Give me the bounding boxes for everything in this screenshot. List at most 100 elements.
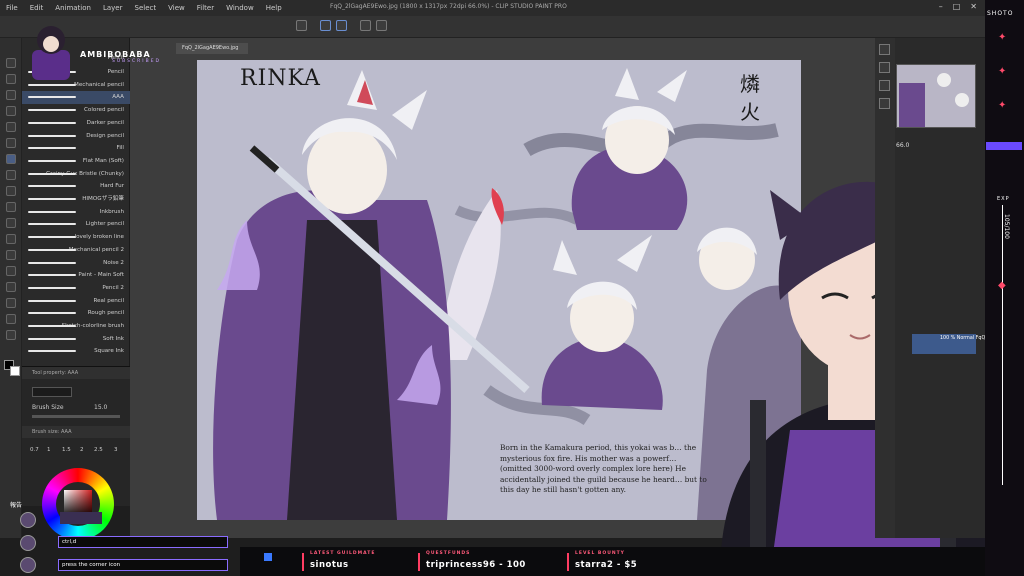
brush-item-label: Mechanical pencil bbox=[74, 81, 124, 88]
pen-tool-icon[interactable] bbox=[6, 154, 16, 164]
zoom-tool-icon[interactable] bbox=[6, 58, 16, 68]
gradient-tool-icon[interactable] bbox=[6, 266, 16, 276]
brush-item-label: Rough pencil bbox=[87, 310, 124, 317]
star-icon: ✦ bbox=[998, 32, 1007, 43]
menu-view[interactable]: View bbox=[162, 4, 191, 12]
chat-message: press the corner icon bbox=[58, 559, 228, 571]
brush-item[interactable]: Real pencil bbox=[22, 295, 130, 308]
frame-tool-icon[interactable] bbox=[6, 298, 16, 308]
brush-item[interactable]: Fill bbox=[22, 142, 130, 155]
brush-item[interactable]: Pencil 2 bbox=[22, 282, 130, 295]
navigator-thumbnail[interactable] bbox=[896, 64, 976, 128]
brush-item[interactable]: Noise 2 bbox=[22, 257, 130, 270]
size-option[interactable]: 2.5 bbox=[94, 447, 103, 453]
right-icon-strip bbox=[875, 38, 895, 538]
menu-select[interactable]: Select bbox=[129, 4, 163, 12]
menu-edit[interactable]: Edit bbox=[24, 4, 50, 12]
minimize-button[interactable]: – bbox=[939, 2, 943, 11]
brush-item[interactable]: Mechanical pencil bbox=[22, 79, 130, 92]
eyedropper-tool-icon[interactable] bbox=[6, 138, 16, 148]
brush-item[interactable]: HIMOGザラ鉛筆 bbox=[22, 193, 130, 206]
brush-stroke-preview bbox=[28, 286, 76, 289]
size-option[interactable]: 1.5 bbox=[62, 447, 71, 453]
settings-icon[interactable] bbox=[376, 20, 387, 31]
brush-item-label: Flat Man (Soft) bbox=[82, 157, 124, 164]
brush-item[interactable]: Flat Man (Soft) bbox=[22, 155, 130, 168]
brush-stroke-preview bbox=[28, 248, 76, 251]
brush-item[interactable]: Colored pencil bbox=[22, 104, 130, 117]
brush-item[interactable]: Soft Ink bbox=[22, 333, 130, 346]
size-option[interactable]: 1 bbox=[47, 447, 51, 453]
material-icon[interactable] bbox=[879, 98, 890, 109]
brush-item[interactable]: lovely broken line bbox=[22, 231, 130, 244]
brush-size-label: Brush Size bbox=[32, 404, 64, 411]
channel-subscribed: SUBSCRIBED bbox=[112, 59, 162, 64]
document-tab[interactable]: FqQ_2lGagAE9Ewo.jpg bbox=[176, 43, 248, 54]
brush-item[interactable]: AAA bbox=[22, 91, 130, 105]
window-title: FqQ_2lGagAE9Ewo.jpg (1800 x 1317px 72dpi… bbox=[330, 3, 567, 10]
eraser-tool-icon[interactable] bbox=[6, 218, 16, 228]
size-option[interactable]: 2 bbox=[80, 447, 84, 453]
brush-item-label: AAA bbox=[112, 94, 124, 101]
brush-item[interactable]: Hard Fur bbox=[22, 180, 130, 193]
brush-stroke-preview bbox=[28, 185, 76, 188]
brush-item-label: Mechanical pencil 2 bbox=[68, 246, 124, 253]
brush-item[interactable]: Inkbrush bbox=[22, 206, 130, 219]
pencil-tool-icon[interactable] bbox=[6, 170, 16, 180]
menu-window[interactable]: Window bbox=[220, 4, 260, 12]
brush-item[interactable]: Square Ink bbox=[22, 345, 130, 358]
brush-tool-icon[interactable] bbox=[6, 186, 16, 196]
menu-layer[interactable]: Layer bbox=[97, 4, 129, 12]
grid-icon[interactable] bbox=[360, 20, 371, 31]
menu-bar: File Edit Animation Layer Select View Fi… bbox=[0, 0, 985, 16]
navigator-icon[interactable] bbox=[879, 44, 890, 55]
brush-item[interactable]: Lighter pencil bbox=[22, 218, 130, 231]
sub-view-icon[interactable] bbox=[879, 62, 890, 73]
brush-item[interactable]: Mechanical pencil 2 bbox=[22, 244, 130, 257]
brush-item[interactable]: Grainy Gux Bristle (Chunky) bbox=[22, 168, 130, 181]
size-option[interactable]: 3 bbox=[114, 447, 118, 453]
menu-file[interactable]: File bbox=[0, 4, 24, 12]
ruler-icon[interactable] bbox=[336, 20, 347, 31]
chat-avatar bbox=[20, 535, 36, 551]
brush-item[interactable]: Sketch-colorline brush bbox=[22, 320, 130, 333]
brush-size-value[interactable]: 15.0 bbox=[94, 404, 107, 411]
ticker-value-guildmate: sinotus bbox=[310, 560, 349, 570]
close-button[interactable]: ✕ bbox=[970, 2, 977, 11]
blend-tool-icon[interactable] bbox=[6, 234, 16, 244]
tool-property-panel: Tool property: AAA Brush Size 15.0 bbox=[22, 366, 130, 426]
snap-icon[interactable] bbox=[320, 20, 331, 31]
layer-icon[interactable] bbox=[879, 80, 890, 91]
brush-stroke-preview bbox=[28, 109, 76, 112]
fill-tool-icon[interactable] bbox=[6, 250, 16, 260]
figure-tool-icon[interactable] bbox=[6, 282, 16, 292]
zoom-value[interactable]: 66.0 bbox=[896, 142, 909, 149]
hand-tool-icon[interactable] bbox=[6, 74, 16, 84]
sub-color-swatch[interactable] bbox=[10, 366, 20, 376]
artwork-kanji: 燐火 bbox=[740, 72, 760, 124]
undo-icon[interactable] bbox=[296, 20, 307, 31]
airbrush-tool-icon[interactable] bbox=[6, 202, 16, 212]
lasso-tool-icon[interactable] bbox=[6, 122, 16, 132]
brush-stroke-preview bbox=[28, 96, 76, 99]
brush-item[interactable]: Darker pencil bbox=[22, 117, 130, 130]
menu-filter[interactable]: Filter bbox=[191, 4, 220, 12]
brush-item[interactable]: Rough pencil bbox=[22, 307, 130, 320]
brush-panel: Pencil Pencil Mechanical pencil AAA Colored … bbox=[22, 38, 130, 366]
selection-tool-icon[interactable] bbox=[6, 106, 16, 116]
brush-item-label: HIMOGザラ鉛筆 bbox=[82, 196, 124, 202]
brush-item-label: Lighter pencil bbox=[85, 221, 124, 228]
brush-item-label: Darker pencil bbox=[86, 119, 124, 126]
size-option[interactable]: 0.7 bbox=[30, 447, 39, 453]
ticker-pixel-icon bbox=[264, 553, 272, 561]
ticker-divider bbox=[418, 553, 420, 571]
brush-size-slider[interactable] bbox=[32, 415, 120, 418]
brush-item[interactable]: Paint - Main Soft bbox=[22, 269, 130, 282]
move-tool-icon[interactable] bbox=[6, 90, 16, 100]
brush-item[interactable]: Design pencil bbox=[22, 130, 130, 143]
menu-animation[interactable]: Animation bbox=[49, 4, 97, 12]
menu-help[interactable]: Help bbox=[260, 4, 288, 12]
text-tool-icon[interactable] bbox=[6, 314, 16, 324]
balloon-tool-icon[interactable] bbox=[6, 330, 16, 340]
maximize-button[interactable]: □ bbox=[953, 2, 961, 11]
